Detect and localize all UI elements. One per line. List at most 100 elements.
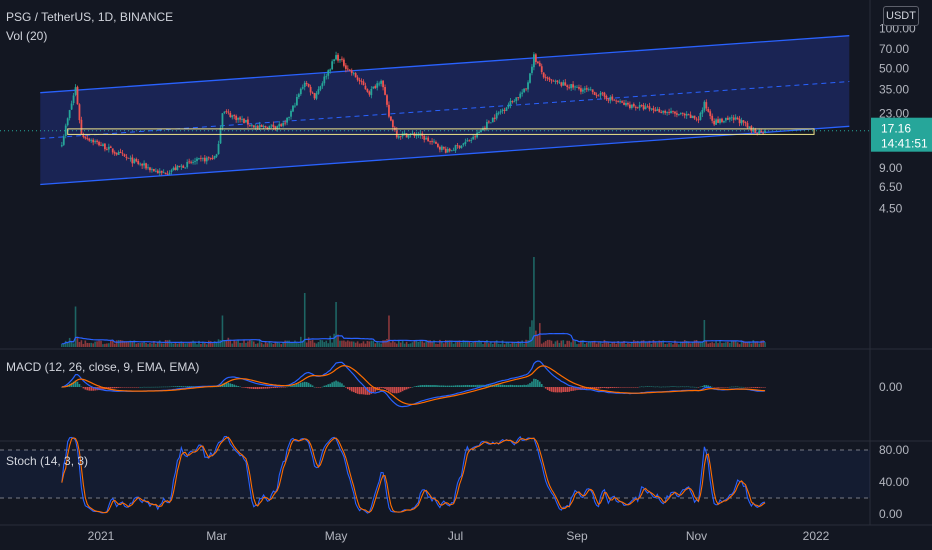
candle-body — [585, 88, 588, 90]
macd-histogram-bar — [329, 383, 331, 387]
volume-bar — [531, 320, 533, 347]
candle-body — [129, 157, 132, 159]
macd-histogram-bar — [599, 387, 602, 389]
candle-body — [352, 72, 355, 74]
candle-body — [558, 81, 561, 83]
volume-bar — [184, 343, 187, 347]
macd-histogram-bar — [392, 387, 394, 394]
volume-bar — [141, 342, 143, 347]
macd-histogram-bar — [129, 387, 132, 388]
candle-body — [286, 117, 288, 123]
macd-histogram-bar — [409, 387, 412, 388]
candle-body — [572, 84, 574, 88]
macd-histogram-bar — [164, 386, 167, 388]
volume-bar — [145, 342, 147, 347]
candle-body — [448, 148, 451, 151]
macd-histogram-bar — [531, 381, 533, 387]
candle-body — [164, 172, 167, 175]
candle-body — [597, 95, 600, 97]
candle-body — [442, 146, 445, 149]
macd-histogram-bar — [611, 387, 614, 388]
volume-bar — [92, 343, 94, 347]
volume-bar — [488, 343, 490, 347]
volume-bar — [221, 315, 224, 347]
macd-histogram-bar — [507, 385, 510, 387]
candle-body — [625, 103, 627, 106]
macd-histogram-bar — [311, 385, 314, 387]
volume-bar — [619, 342, 621, 347]
currency-button[interactable]: USDT — [883, 6, 919, 26]
macd-histogram-bar — [147, 386, 149, 388]
macd-histogram-bar — [680, 386, 682, 388]
volume-bar — [205, 344, 208, 347]
volume-bar — [395, 343, 398, 347]
candle-body — [550, 79, 553, 81]
macd-histogram-bar — [681, 386, 684, 388]
volume-bar — [254, 343, 257, 347]
macd-histogram-bar — [258, 387, 261, 389]
macd-histogram-bar — [607, 387, 610, 389]
macd-histogram-bar — [550, 387, 553, 392]
macd-histogram-bar — [305, 382, 308, 387]
price-badge-countdown: 14:41:51 — [881, 137, 928, 151]
volume-bar — [732, 341, 735, 347]
candle-body — [730, 117, 733, 119]
volume-bar — [86, 342, 89, 347]
macd-histogram-bar — [294, 384, 296, 387]
macd-histogram-bar — [656, 386, 659, 388]
macd-histogram-bar — [237, 385, 239, 387]
candle-body — [487, 121, 490, 123]
macd-histogram-bar — [178, 386, 181, 387]
volume-bar — [589, 341, 592, 347]
volume-bar — [178, 343, 181, 347]
volume-bar — [413, 340, 416, 347]
candle-body — [168, 172, 171, 175]
volume-bar — [247, 341, 249, 347]
macd-histogram-bar — [670, 386, 672, 387]
candle-body — [403, 132, 406, 134]
macd-histogram-bar — [235, 385, 237, 387]
candle-body — [372, 86, 375, 89]
candle-body — [113, 152, 116, 154]
candle-body — [615, 100, 618, 102]
macd-histogram-bar — [605, 387, 608, 389]
volume-bar — [386, 338, 388, 347]
candle-body — [587, 89, 590, 91]
volume-bar — [305, 342, 308, 347]
volume-bar — [403, 343, 406, 347]
macd-histogram-bar — [758, 387, 760, 388]
candle-body — [205, 157, 208, 162]
macd-histogram-bar — [634, 387, 637, 388]
volume-bar — [317, 342, 320, 347]
macd-histogram-bar — [270, 387, 273, 389]
macd-histogram-bar — [709, 386, 712, 387]
candle-body — [640, 105, 643, 106]
macd-histogram-bar — [617, 387, 619, 388]
volume-bar — [376, 341, 379, 347]
stoch-tick-label: 80.00 — [879, 443, 909, 457]
candle-body — [335, 55, 337, 60]
macd-histogram-bar — [109, 387, 112, 389]
volume-bar — [713, 343, 715, 347]
macd-histogram-bar — [533, 378, 535, 387]
candle-body — [744, 121, 747, 124]
candle-body — [630, 104, 633, 108]
candle-body — [580, 88, 582, 92]
macd-histogram-bar — [133, 387, 136, 388]
volume-bar — [137, 342, 140, 347]
candle-body — [433, 141, 435, 143]
candle-body — [235, 115, 238, 121]
volume-bar — [650, 343, 653, 347]
volume-bar — [523, 343, 525, 347]
volume-bar — [366, 340, 369, 347]
price-tick-label: 4.50 — [879, 201, 903, 215]
candle-body — [721, 118, 723, 122]
candle-body — [270, 124, 273, 126]
candle-body — [274, 126, 277, 129]
chart-canvas[interactable]: 100.0070.0050.0035.0023.009.006.504.500.… — [0, 0, 932, 550]
candle-body — [681, 113, 684, 114]
volume-bar — [284, 340, 286, 347]
volume-bar — [697, 342, 700, 347]
macd-histogram-bar — [525, 384, 527, 387]
macd-histogram-bar — [642, 386, 645, 388]
